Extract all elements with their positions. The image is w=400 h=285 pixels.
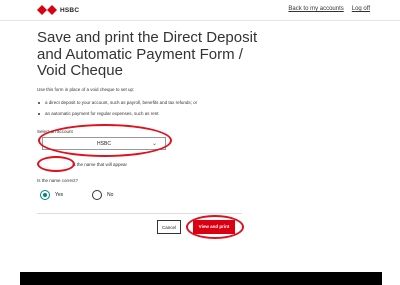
log-off-link[interactable]: Log off (352, 6, 370, 12)
account-select-value: HSBC (97, 141, 111, 147)
no-option[interactable]: No (92, 190, 113, 200)
cancel-button[interactable]: Cancel (157, 220, 181, 234)
hsbc-hexagon-icon (37, 5, 57, 15)
account-name-line: is the name that will appear (37, 162, 127, 167)
account-name-suffix: is the name that will appear (72, 162, 128, 167)
list-item: a direct deposit to your account, such a… (37, 100, 197, 105)
usage-list: a direct deposit to your account, such a… (37, 100, 197, 122)
chevron-down-icon: ⌄ (151, 141, 157, 147)
select-account-label: Select an account (37, 129, 73, 134)
divider (37, 213, 242, 214)
hsbc-logo[interactable]: HSBC (37, 4, 79, 16)
list-item: an automatic payment for regular expense… (37, 111, 197, 116)
no-label: No (107, 192, 114, 198)
page-title: Save and print the Direct Deposit and Au… (37, 29, 258, 79)
top-bar: HSBC Back to my accounts Log off (0, 0, 400, 21)
footer-bar (20, 272, 382, 285)
brand-name: HSBC (60, 6, 80, 14)
no-radio[interactable] (92, 190, 102, 200)
intro-text: Use this form in place of a void cheque … (37, 87, 135, 92)
yes-radio[interactable] (40, 190, 50, 200)
view-and-print-button[interactable]: View and print (193, 220, 235, 234)
yes-label: Yes (55, 192, 64, 198)
account-select[interactable]: HSBC ⌄ (42, 137, 166, 150)
back-to-accounts-link[interactable]: Back to my accounts (288, 6, 343, 12)
yes-option[interactable]: Yes (40, 190, 63, 200)
name-correct-question: Is the name correct? (37, 178, 79, 183)
